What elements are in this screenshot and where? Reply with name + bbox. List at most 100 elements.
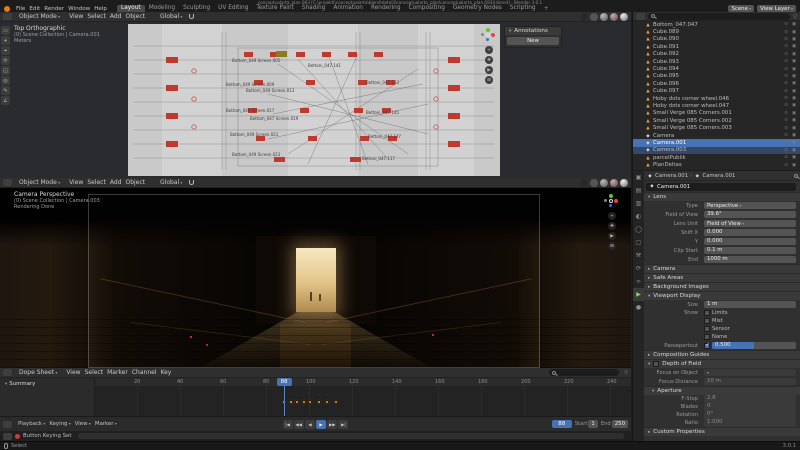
tool-button[interactable]: ✎ (1, 86, 10, 95)
hide-viewport-toggle[interactable] (783, 37, 789, 42)
lens-type-dropdown[interactable]: Perspective (704, 201, 796, 210)
tool-button[interactable]: ◱ (1, 66, 10, 75)
workspace-tab[interactable]: UV Editing (214, 5, 252, 12)
properties-tab[interactable]: ● (633, 301, 644, 314)
mode-selector[interactable]: Object Mode (17, 179, 62, 186)
shading-rendered-icon[interactable] (620, 178, 628, 187)
outliner-item[interactable]: PlanDeltas (633, 161, 800, 168)
menu-item[interactable]: File (14, 6, 27, 12)
nav-gizmo[interactable] (481, 28, 495, 42)
filter-icon[interactable] (624, 369, 628, 376)
properties-tab[interactable]: ◯ (633, 223, 644, 236)
outliner-item[interactable]: Cube.090 (633, 36, 800, 43)
aperture-field[interactable]: 0 (704, 403, 796, 411)
hide-viewport-toggle[interactable] (783, 133, 789, 138)
nav-icon[interactable]: ✚ (608, 222, 616, 230)
display-size-field[interactable]: 1 m (704, 300, 796, 309)
dopesheet-filter-search[interactable] (549, 369, 620, 376)
disable-render-toggle[interactable] (791, 148, 797, 153)
outliner-item[interactable]: Cube.089 (633, 28, 800, 35)
hide-viewport-toggle[interactable] (783, 126, 789, 131)
nav-icon[interactable]: ✚ (485, 56, 493, 64)
shading-material-icon[interactable] (610, 12, 618, 21)
workspace-tab[interactable]: Scripting (506, 5, 540, 12)
disable-render-toggle[interactable] (791, 155, 797, 160)
transport-button[interactable]: ◀◀ (293, 419, 304, 429)
transport-button[interactable]: ▶ (316, 419, 326, 429)
panel-lens[interactable]: Lens (644, 192, 800, 201)
editor-type-icon[interactable] (3, 420, 12, 428)
disable-render-toggle[interactable] (791, 44, 797, 49)
outliner-item[interactable]: Bottom_047.047 (633, 21, 800, 28)
dopesheet-menu-item[interactable]: Select (83, 369, 106, 376)
collapsed-panel[interactable]: Camera (644, 264, 800, 273)
nav-icon[interactable]: + (485, 46, 493, 54)
properties-tab[interactable]: ◐ (633, 210, 644, 223)
dopesheet-menu-item[interactable]: Channel (130, 369, 159, 376)
shift-x-field[interactable]: 0.000 (704, 228, 796, 237)
passepartout-checkbox[interactable] (704, 342, 710, 349)
disable-render-toggle[interactable] (791, 22, 797, 27)
nav-icon[interactable]: ⊞ (485, 76, 493, 84)
datablock-name-field[interactable]: Camera.001 (646, 182, 796, 191)
hide-viewport-toggle[interactable] (783, 59, 789, 64)
disable-render-toggle[interactable] (791, 118, 797, 123)
disable-render-toggle[interactable] (791, 96, 797, 101)
nav-icon[interactable]: ⊞ (608, 242, 616, 250)
aperture-field[interactable]: 1.000 (704, 419, 796, 427)
outliner-item[interactable]: Cube.093 (633, 58, 800, 65)
properties-tab[interactable]: ⟳ (633, 262, 644, 275)
hide-viewport-toggle[interactable] (783, 67, 789, 72)
disable-render-toggle[interactable] (791, 103, 797, 108)
editor-type-icon[interactable] (3, 13, 12, 20)
disable-render-toggle[interactable] (791, 133, 797, 138)
workspace-tab[interactable]: Sculpting (179, 5, 214, 12)
view-layer-selector[interactable]: View Layer (757, 5, 796, 12)
shading-wireframe-icon[interactable] (590, 178, 598, 187)
workspace-tab[interactable]: Texture Paint (252, 5, 297, 12)
hide-viewport-toggle[interactable] (783, 52, 789, 57)
outliner-item[interactable]: Camera.001 (633, 139, 800, 147)
properties-tab[interactable]: ▥ (633, 197, 644, 210)
workspace-tab[interactable]: Geometry Nodes (449, 5, 506, 12)
disable-render-toggle[interactable] (791, 140, 797, 145)
lens-unit-dropdown[interactable]: Field of View (704, 219, 796, 228)
outliner-item[interactable]: Camera (633, 132, 800, 139)
clip-start-field[interactable]: 0.1 m (704, 246, 796, 255)
tool-button[interactable]: + (1, 36, 10, 45)
outliner-item[interactable]: Cube.092 (633, 51, 800, 58)
dopesheet-menu-item[interactable]: Marker (105, 369, 130, 376)
panel-custom-properties[interactable]: Custom Properties (644, 427, 800, 436)
nav-gizmo[interactable] (604, 194, 618, 208)
shading-material-icon[interactable] (610, 178, 618, 187)
clip-end-field[interactable]: 1000 m (704, 255, 796, 264)
outliner-item[interactable]: Small Verge 085 Corners.003 (633, 124, 800, 131)
workspace-tab[interactable]: Shading (298, 5, 330, 12)
nav-icon[interactable]: ▶ (485, 66, 493, 74)
outliner-item[interactable]: Small Verge 085 Corners.001 (633, 110, 800, 117)
channel-summary[interactable]: ▾ Summary (0, 378, 94, 387)
orientation-selector[interactable]: Global (158, 179, 184, 186)
tool-button[interactable]: ∠ (1, 96, 10, 105)
keying-set-field[interactable] (78, 433, 624, 439)
playhead[interactable]: 88 (276, 378, 292, 416)
breadcrumb-data[interactable]: Camera.001 (702, 173, 735, 179)
hide-viewport-toggle[interactable] (783, 30, 789, 35)
shading-wireframe-icon[interactable] (590, 12, 598, 21)
show-checkbox[interactable] (704, 326, 710, 332)
properties-tab[interactable]: ⚒ (633, 249, 644, 262)
properties-tab[interactable]: ▢ (633, 236, 644, 249)
scene-selector[interactable]: Scene (728, 5, 755, 12)
outliner-item[interactable]: Hoby dots corner wheel.047 (633, 102, 800, 109)
show-checkbox[interactable] (704, 310, 710, 316)
shading-solid-icon[interactable] (600, 12, 608, 21)
editor-type-icon[interactable] (3, 179, 12, 186)
disable-render-toggle[interactable] (791, 67, 797, 72)
outliner-item[interactable]: Hoby dots corner wheel.046 (633, 95, 800, 102)
timeline-popover[interactable]: Playback (16, 421, 47, 427)
shift-y-field[interactable]: 0.000 (704, 237, 796, 246)
annotation-new-button[interactable]: New (507, 37, 559, 45)
shading-rendered-icon[interactable] (620, 12, 628, 21)
properties-tab[interactable]: ▤ (633, 184, 644, 197)
collapsed-panel[interactable]: Safe Areas (644, 273, 800, 282)
